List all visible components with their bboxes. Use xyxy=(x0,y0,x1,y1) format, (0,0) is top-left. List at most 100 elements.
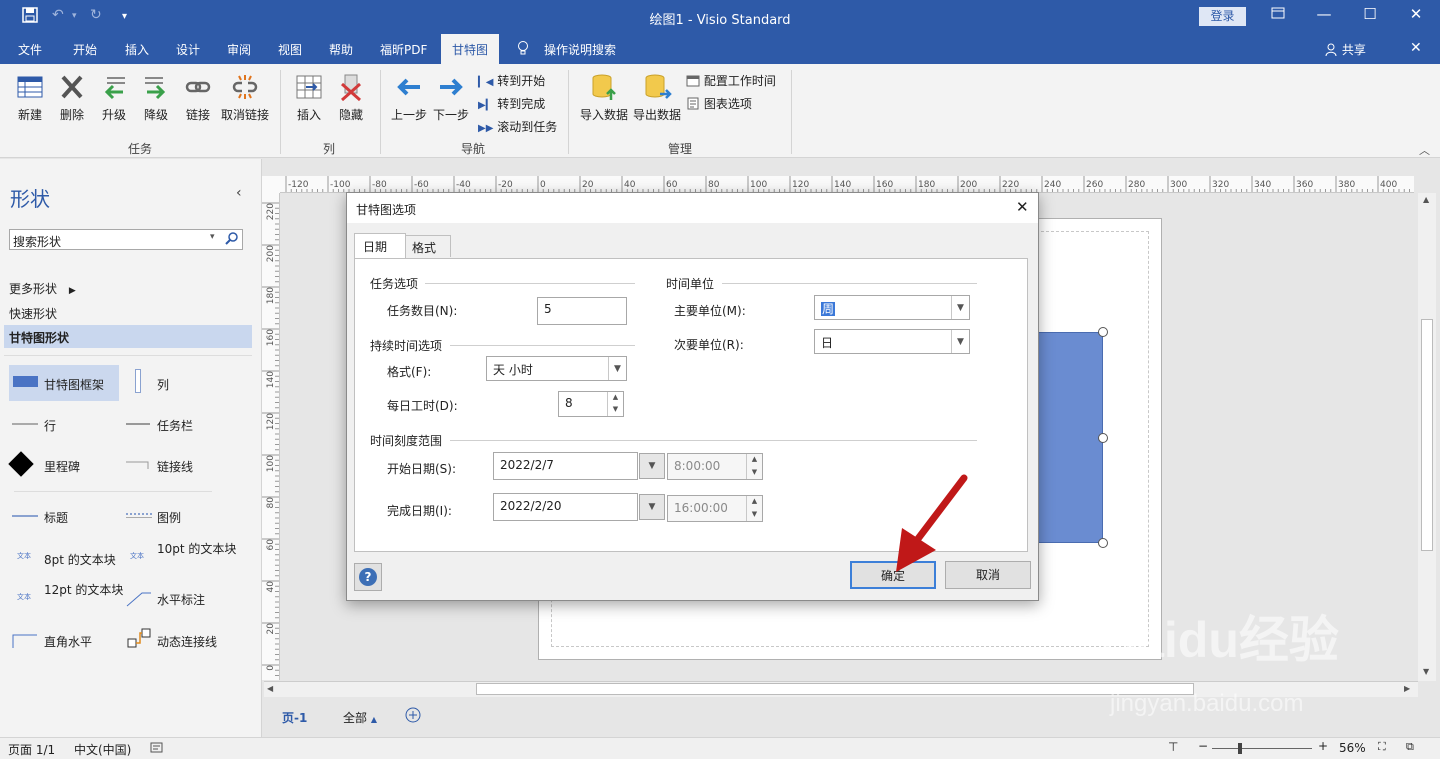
spin-down-icon[interactable]: ▼ xyxy=(608,404,623,416)
chevron-down-icon[interactable]: ▼ xyxy=(951,330,969,353)
shape-dynamic-connector[interactable]: 动态连接线 xyxy=(126,627,236,655)
shape-task-bar[interactable]: 任务栏 xyxy=(126,415,236,435)
selection-handle[interactable] xyxy=(1098,538,1108,548)
import-data-button[interactable]: 导入数据 xyxy=(578,72,630,123)
search-icon[interactable] xyxy=(225,231,239,248)
spinner-buttons[interactable]: ▲ ▼ xyxy=(746,496,762,521)
finish-time-spinner[interactable]: 16:00:00 ▲ ▼ xyxy=(667,495,763,522)
shape-milestone[interactable]: 里程碑 xyxy=(8,451,119,479)
add-page-icon[interactable] xyxy=(405,707,421,726)
shape-gantt-frame[interactable]: 甘特图框架 xyxy=(9,365,119,401)
shape-search-input[interactable]: 搜索形状 xyxy=(13,233,61,250)
shape-title[interactable]: 标题 xyxy=(9,507,119,527)
gantt-shapes-stencil[interactable]: 甘特图形状 xyxy=(4,325,252,348)
calendar-dropdown-icon[interactable]: ▼ xyxy=(639,453,665,479)
chevron-down-icon[interactable]: ▼ xyxy=(951,296,969,319)
unlink-tasks-button[interactable]: 取消链接 xyxy=(218,72,272,123)
close-window-icon[interactable]: ✕ xyxy=(1401,5,1431,23)
fit-page-icon[interactable]: ⛶ xyxy=(1378,740,1386,754)
tell-me-search[interactable]: 操作说明搜索 xyxy=(544,41,616,58)
calendar-dropdown-icon[interactable]: ▼ xyxy=(639,494,665,520)
scroll-up-icon[interactable]: ▲ xyxy=(1423,195,1429,204)
more-shapes-menu[interactable]: 更多形状 ▶ xyxy=(9,280,76,297)
shape-right-angle-horizontal[interactable]: 直角水平 xyxy=(9,629,119,653)
zoom-slider-thumb[interactable] xyxy=(1238,743,1242,754)
page-indicator[interactable]: 页面 1/1 xyxy=(8,741,55,758)
hours-per-day-spinner[interactable]: 8 ▲ ▼ xyxy=(558,391,624,417)
login-button[interactable]: 登录 xyxy=(1199,7,1246,26)
macro-record-icon[interactable] xyxy=(150,741,163,757)
chevron-down-icon[interactable]: ▼ xyxy=(608,357,626,380)
ribbon-display-icon[interactable] xyxy=(1263,5,1293,23)
switch-windows-icon[interactable]: ⧉ xyxy=(1406,740,1414,754)
zoom-in-icon[interactable]: + xyxy=(1318,739,1328,753)
share-button[interactable]: 共享 xyxy=(1325,41,1366,58)
horizontal-scroll-thumb[interactable] xyxy=(476,683,1194,695)
task-count-input[interactable]: 5 xyxy=(537,297,627,325)
major-unit-select[interactable]: 周 ▼ xyxy=(814,295,970,320)
tab-design[interactable]: 设计 xyxy=(176,41,200,58)
tab-gantt[interactable]: 甘特图 xyxy=(441,34,500,64)
tab-home[interactable]: 开始 xyxy=(73,41,97,58)
export-data-button[interactable]: 导出数据 xyxy=(631,72,683,123)
promote-task-button[interactable]: 升级 xyxy=(95,72,133,123)
go-to-start-button[interactable]: ▎◀ 转到开始 xyxy=(478,72,545,89)
vertical-scroll-thumb[interactable] xyxy=(1421,319,1433,551)
tab-format[interactable]: 格式 xyxy=(405,235,451,257)
shape-12pt-textblock[interactable]: 文本 12pt 的文本块 xyxy=(9,582,123,616)
help-button[interactable]: ? xyxy=(354,563,382,591)
tab-view[interactable]: 视图 xyxy=(278,41,302,58)
new-task-button[interactable]: 新建 xyxy=(10,72,50,123)
scroll-to-task-button[interactable]: ▶▶ 滚动到任务 xyxy=(478,118,557,135)
previous-step-button[interactable]: 上一步 xyxy=(390,72,428,123)
spin-up-icon[interactable]: ▲ xyxy=(608,392,623,404)
spinner-buttons[interactable]: ▲ ▼ xyxy=(746,454,762,479)
zoom-slider[interactable] xyxy=(1212,743,1312,754)
duration-format-select[interactable]: 天 小时 ▼ xyxy=(486,356,627,381)
shape-column[interactable]: 列 xyxy=(126,365,236,401)
next-step-button[interactable]: 下一步 xyxy=(432,72,470,123)
shape-search-box[interactable]: 搜索形状 ▾ xyxy=(9,229,243,250)
tab-insert[interactable]: 插入 xyxy=(125,41,149,58)
dialog-close-icon[interactable]: ✕ xyxy=(1016,198,1029,216)
gantt-frame-shape[interactable] xyxy=(1038,332,1103,543)
tab-review[interactable]: 审阅 xyxy=(227,41,251,58)
search-dropdown-icon[interactable]: ▾ xyxy=(210,232,215,242)
scroll-left-icon[interactable]: ◀ xyxy=(267,684,273,693)
go-to-finish-button[interactable]: ▶▎ 转到完成 xyxy=(478,95,545,112)
spin-up-icon[interactable]: ▲ xyxy=(747,496,762,509)
collapse-ribbon-icon[interactable]: ︿ xyxy=(1419,142,1430,158)
close-ribbon-icon[interactable]: ✕ xyxy=(1410,40,1422,56)
delete-task-button[interactable]: 删除 xyxy=(53,72,91,123)
tab-date[interactable]: 日期 xyxy=(354,233,406,259)
zoom-level[interactable]: 56% xyxy=(1339,741,1366,755)
insert-column-button[interactable]: 插入 xyxy=(292,72,326,123)
collapse-panel-icon[interactable]: ‹ xyxy=(236,185,242,201)
tab-file[interactable]: 文件 xyxy=(18,41,42,58)
presentation-mode-icon[interactable]: ⊤ xyxy=(1168,740,1178,754)
chart-options-button[interactable]: 图表选项 xyxy=(686,95,752,112)
shape-8pt-textblock[interactable]: 文本 8pt 的文本块 xyxy=(9,545,119,575)
spin-down-icon[interactable]: ▼ xyxy=(747,467,762,480)
vertical-scrollbar[interactable]: ▲ ▼ xyxy=(1418,193,1436,681)
tab-help[interactable]: 帮助 xyxy=(329,41,353,58)
all-pages-button[interactable]: 全部 ▲ xyxy=(343,709,377,726)
spin-down-icon[interactable]: ▼ xyxy=(747,509,762,522)
minor-unit-select[interactable]: 日 ▼ xyxy=(814,329,970,354)
shape-horizontal-callout[interactable]: 水平标注 xyxy=(126,587,236,611)
shape-10pt-textblock[interactable]: 文本 10pt 的文本块 xyxy=(126,541,236,575)
tab-foxit-pdf[interactable]: 福昕PDF xyxy=(380,41,427,58)
maximize-icon[interactable]: ☐ xyxy=(1355,5,1385,23)
shape-row[interactable]: 行 xyxy=(9,415,119,435)
shape-legend[interactable]: 图例 xyxy=(126,507,236,527)
scroll-right-icon[interactable]: ▶ xyxy=(1404,684,1410,693)
start-time-spinner[interactable]: 8:00:00 ▲ ▼ xyxy=(667,453,763,480)
start-date-picker[interactable]: 2022/2/7 ▼ xyxy=(493,452,665,480)
selection-handle[interactable] xyxy=(1098,433,1108,443)
page-tab-1[interactable]: 页-1 xyxy=(282,709,307,726)
finish-date-picker[interactable]: 2022/2/20 ▼ xyxy=(493,493,665,521)
demote-task-button[interactable]: 降级 xyxy=(137,72,175,123)
spinner-buttons[interactable]: ▲ ▼ xyxy=(607,392,623,416)
spin-up-icon[interactable]: ▲ xyxy=(747,454,762,467)
quick-shapes-item[interactable]: 快速形状 xyxy=(9,305,57,322)
